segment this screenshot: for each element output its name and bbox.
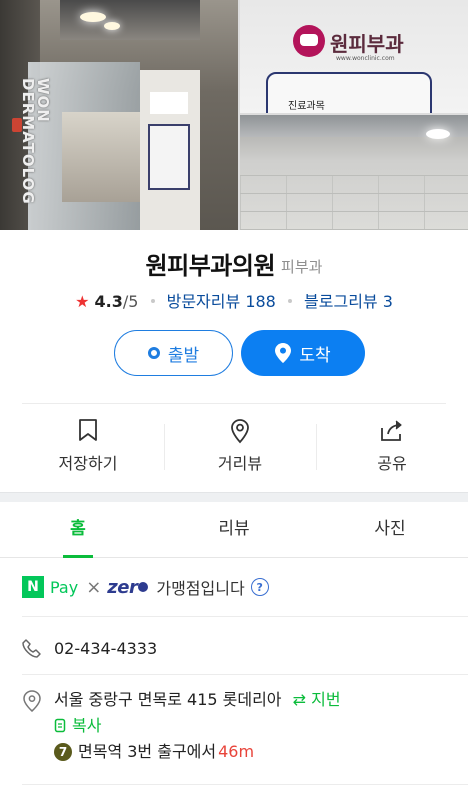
phone-icon	[22, 638, 42, 658]
address-text: 서울 중랑구 면목로 415 롯데리아 ⇄ 지번	[54, 687, 341, 713]
photo-gallery[interactable]: WON DERMATOLOG 원피부과 www.wonclinic.com 진료…	[0, 0, 468, 230]
address-block: 서울 중랑구 면목로 415 롯데리아 ⇄ 지번 복사 7 면목역 3번 출구에…	[22, 687, 446, 765]
npay-label: Pay	[50, 577, 79, 597]
divider	[22, 674, 468, 675]
place-header: 원피부과의원 피부과	[0, 246, 468, 281]
place-meta: ★ 4.3/5 방문자리뷰 188 블로그리뷰 3	[0, 288, 468, 312]
visitor-reviews-count: 188	[245, 292, 276, 311]
photo-door-lettering: WON DERMATOLOG	[19, 78, 52, 205]
divider	[22, 616, 468, 617]
zero-pay-dot-icon	[138, 581, 149, 592]
address-value: 서울 중랑구 면목로 415 롯데리아	[54, 690, 282, 709]
lot-address-label: 지번	[311, 690, 341, 709]
depart-button[interactable]: 출발	[114, 330, 233, 376]
street-view-button[interactable]: 거리뷰	[164, 418, 316, 476]
clinic-logo-icon	[293, 25, 325, 57]
bookmark-icon	[12, 418, 164, 444]
map-pin-icon	[164, 418, 316, 444]
copy-label: 복사	[72, 716, 102, 735]
origin-dot-icon	[147, 347, 160, 359]
tab-home[interactable]: 홈	[0, 502, 156, 558]
divider	[22, 403, 446, 404]
tab-bar: 홈 리뷰 사진	[0, 502, 468, 558]
share-button[interactable]: 공유	[316, 418, 468, 476]
member-store-text: 가맹점입니다	[156, 579, 245, 598]
station-text: 면목역 3번 출구에서	[78, 742, 217, 761]
location-pin-icon	[275, 343, 292, 363]
save-button[interactable]: 저장하기	[12, 418, 164, 476]
photo-light	[426, 129, 450, 139]
photo-light	[80, 12, 106, 22]
subway-directions: 7 면목역 3번 출구에서 46m	[54, 739, 446, 765]
share-icon	[316, 418, 468, 444]
separator-dot	[287, 299, 292, 303]
depart-label: 출발	[167, 345, 200, 366]
blog-reviews-link[interactable]: 블로그리뷰 3	[304, 292, 393, 311]
photo-light	[104, 22, 120, 30]
naver-n-icon: N	[22, 576, 44, 598]
visitor-reviews-link[interactable]: 방문자리뷰 188	[167, 292, 276, 311]
tab-reviews[interactable]: 리뷰	[156, 502, 312, 557]
swap-icon: ⇄	[292, 690, 307, 709]
blog-reviews-label: 블로그리뷰	[304, 292, 378, 311]
separator-dot	[150, 299, 155, 303]
photo-interior	[62, 112, 142, 202]
tab-photos[interactable]: 사진	[312, 502, 468, 557]
subway-line-badge: 7	[54, 743, 72, 761]
street-view-label: 거리뷰	[217, 454, 263, 473]
save-label: 저장하기	[58, 454, 118, 473]
photo-frame-label: 진료과목	[288, 101, 325, 112]
photo-panel-logo	[150, 92, 188, 114]
photo-logo-text: 원피부과	[330, 32, 404, 56]
place-category: 피부과	[281, 258, 323, 276]
star-icon: ★	[75, 292, 90, 311]
photo-clinic-wall[interactable]	[240, 115, 468, 230]
photo-clinic-entrance[interactable]: WON DERMATOLOG	[0, 0, 238, 230]
phone-row[interactable]: 02-434-4333	[22, 634, 446, 662]
zero-pay-logo: zer	[107, 576, 149, 598]
lot-address-toggle[interactable]: ⇄ 지번	[293, 690, 341, 709]
copy-icon	[54, 718, 68, 734]
rating-max: /5	[122, 292, 139, 311]
copy-address-button[interactable]: 복사	[54, 713, 446, 739]
photo-panel-board	[148, 124, 190, 190]
place-title: 원피부과의원	[145, 252, 276, 280]
blog-reviews-count: 3	[382, 292, 393, 311]
rating-value: 4.3	[94, 292, 123, 311]
photo-brick-wall	[240, 175, 468, 230]
photo-ceiling	[60, 0, 200, 40]
visitor-reviews-label: 방문자리뷰	[166, 292, 241, 311]
divider	[22, 784, 468, 785]
photo-clinic-sign[interactable]: 원피부과 www.wonclinic.com 진료과목	[240, 0, 468, 113]
times-sign: ×	[86, 576, 102, 598]
help-icon[interactable]: ?	[250, 578, 269, 596]
arrive-label: 도착	[299, 345, 331, 366]
section-band	[0, 492, 468, 502]
phone-number[interactable]: 02-434-4333	[54, 639, 157, 658]
station-distance: 46m	[218, 742, 255, 761]
photo-logo-url: www.wonclinic.com	[336, 55, 395, 62]
arrive-button[interactable]: 도착	[241, 330, 365, 376]
npay-zero-row: N Pay × zer 가맹점입니다 ?	[22, 572, 446, 602]
address-line: 서울 중랑구 면목로 415 롯데리아 ⇄ 지번	[22, 687, 446, 713]
share-label: 공유	[377, 454, 407, 473]
location-icon	[22, 689, 42, 713]
zero-pay-text: zer	[107, 576, 138, 598]
